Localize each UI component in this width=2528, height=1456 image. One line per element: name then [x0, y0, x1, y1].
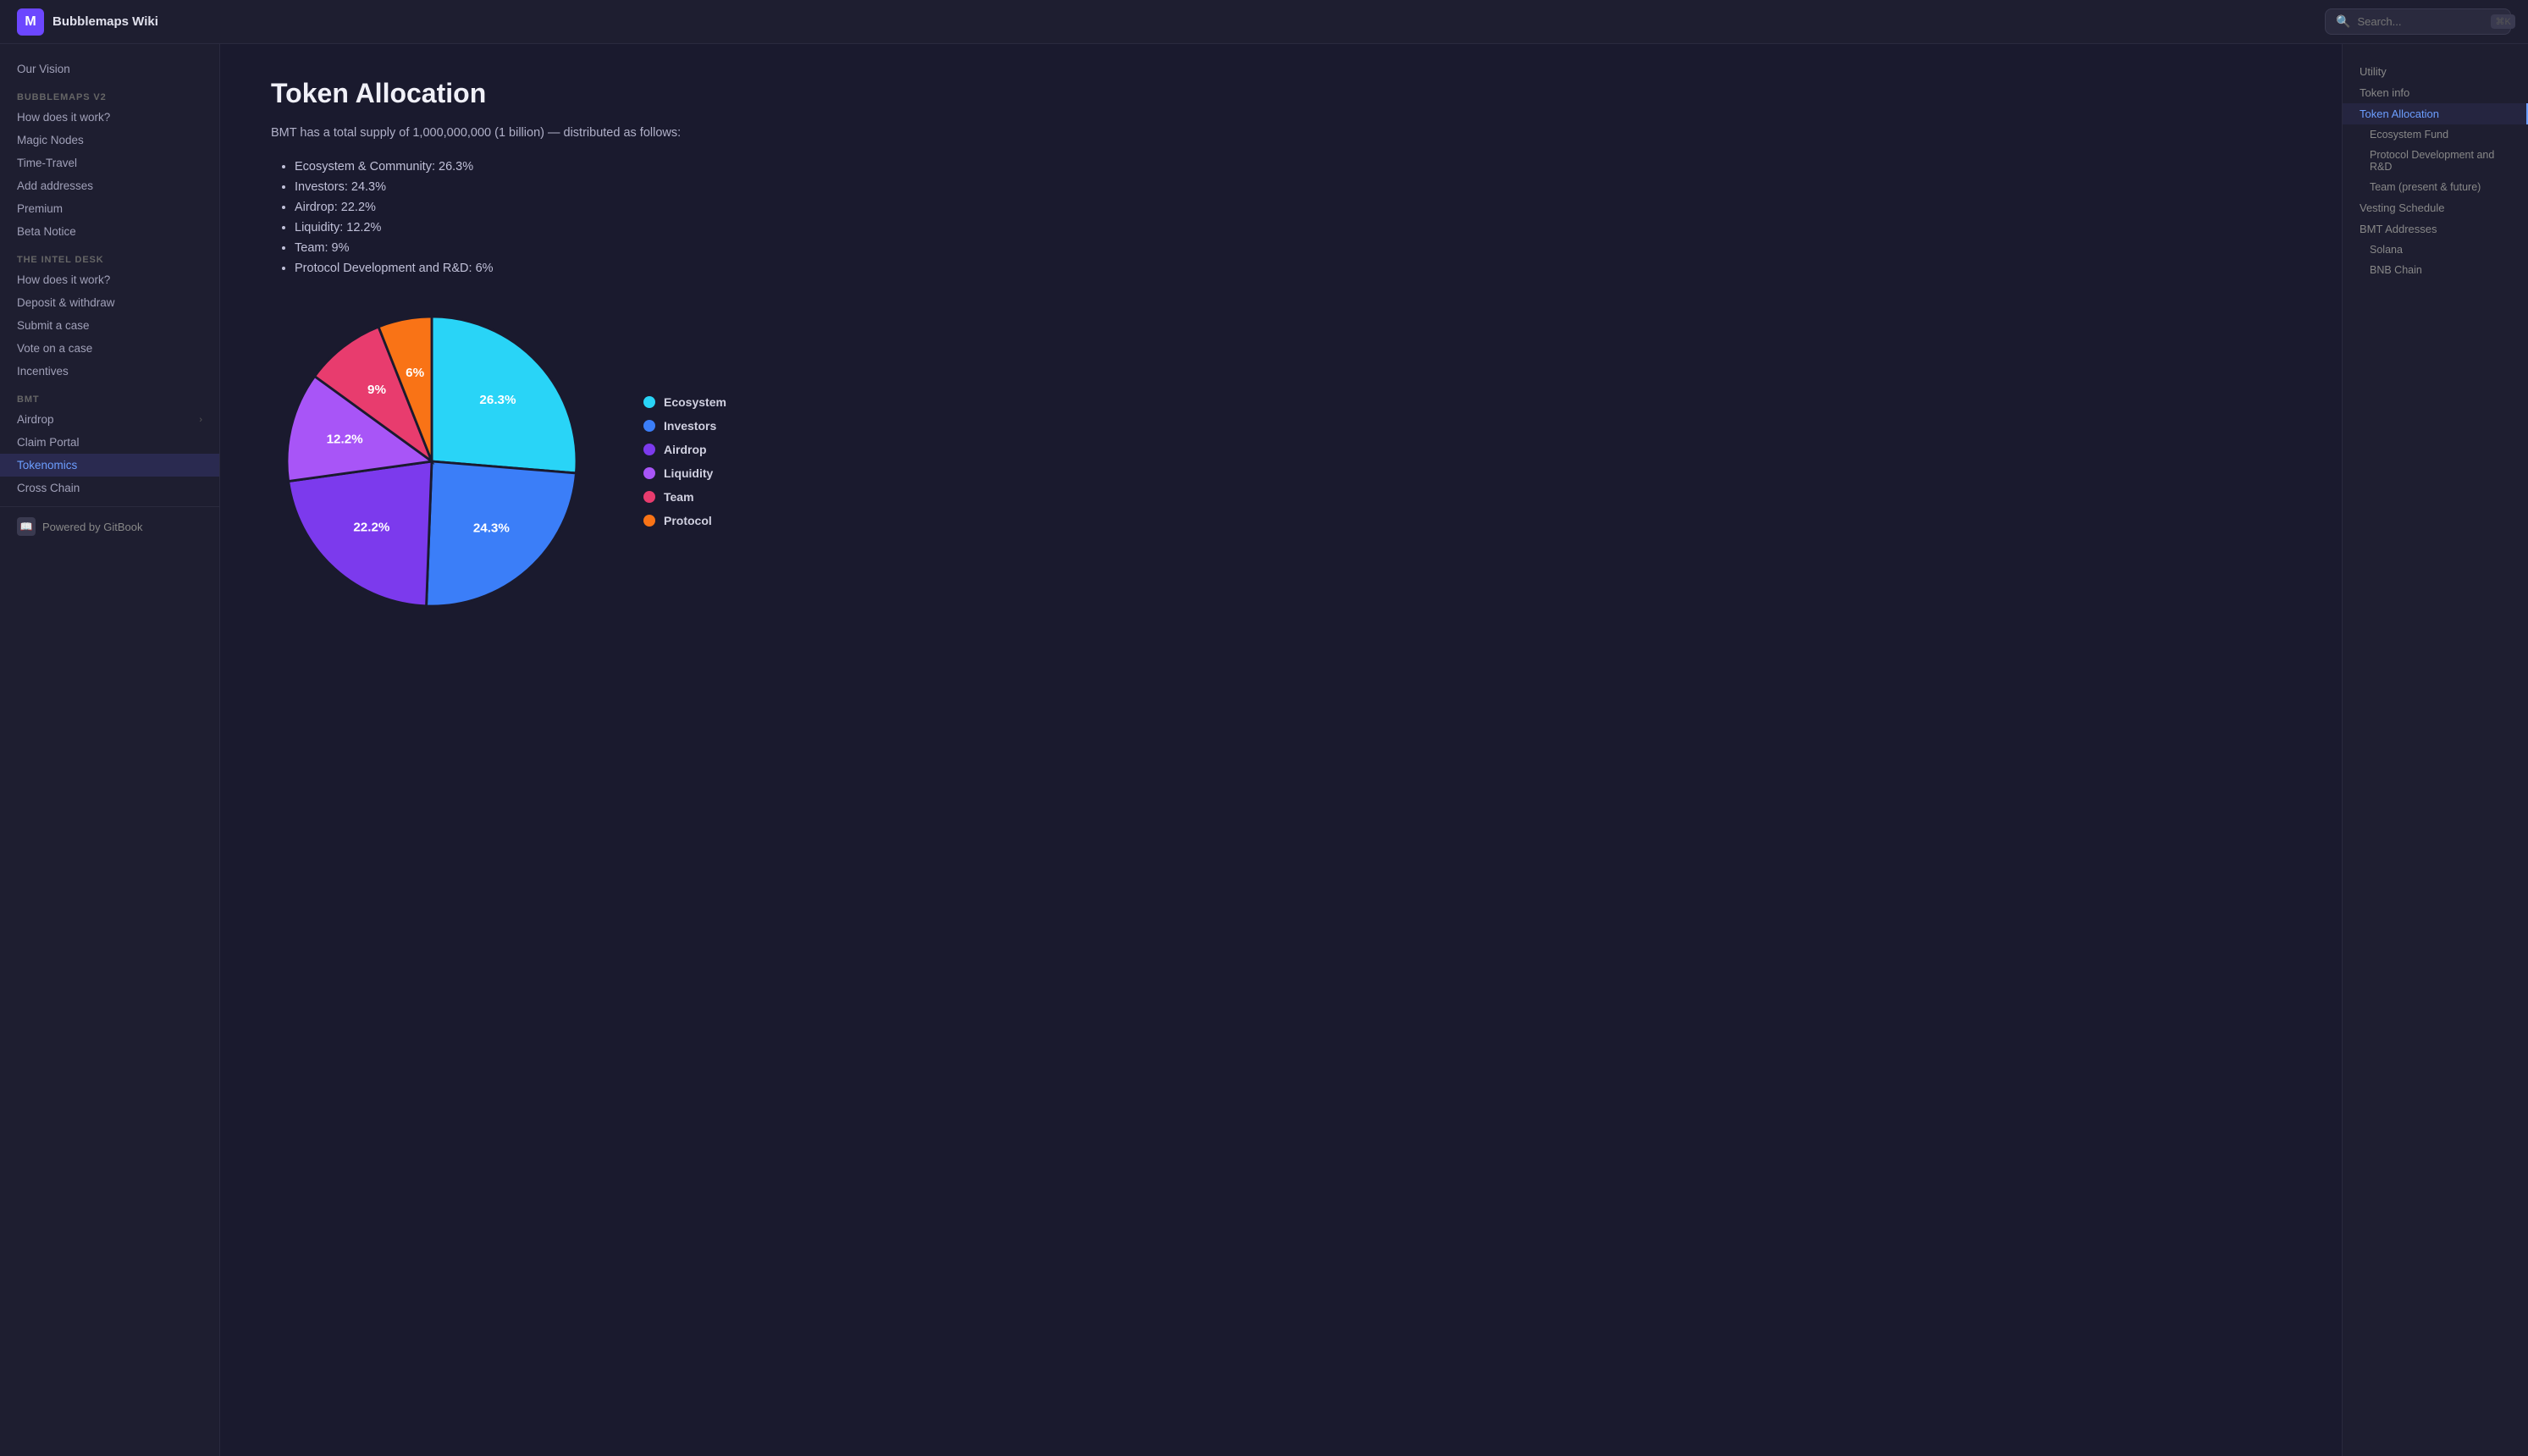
sidebar-section-intel-desk: THE INTEL DESK: [0, 243, 219, 268]
toc-team-future[interactable]: Team (present & future): [2343, 177, 2528, 197]
legend-dot-ecosystem: [643, 396, 655, 408]
sidebar-section-bmt: BMT: [0, 383, 219, 408]
search-input[interactable]: [2357, 15, 2484, 28]
sidebar-footer[interactable]: 📖 Powered by GitBook: [0, 506, 219, 546]
toc-bnb-chain[interactable]: BNB Chain: [2343, 260, 2528, 280]
chart-section: 26.3% 24.3% 22.2% 12.2% 9% 6% Ecosystem Inves…: [271, 301, 2291, 622]
pie-label-team: 9%: [367, 383, 386, 397]
legend-dot-airdrop: [643, 444, 655, 455]
sidebar-item-our-vision[interactable]: Our Vision: [0, 58, 219, 80]
pie-label-liquidity: 12.2%: [327, 432, 364, 446]
allocation-list: Ecosystem & Community: 26.3% Investors: …: [271, 160, 2291, 275]
left-sidebar: Our Vision BUBBLEMAPS V2 How does it wor…: [0, 44, 220, 1456]
legend-liquidity: Liquidity: [643, 466, 726, 480]
sidebar-item-how-it-works-v2[interactable]: How does it work?: [0, 106, 219, 129]
sidebar-item-add-addresses[interactable]: Add addresses: [0, 174, 219, 197]
chart-legend: Ecosystem Investors Airdrop Liquidity Te…: [643, 395, 726, 527]
sidebar-item-vote-case[interactable]: Vote on a case: [0, 337, 219, 360]
sidebar-item-time-travel[interactable]: Time-Travel: [0, 152, 219, 174]
pie-label-protocol: 6%: [406, 366, 424, 380]
list-item: Team: 9%: [295, 241, 2291, 255]
layout: Our Vision BUBBLEMAPS V2 How does it wor…: [0, 44, 2528, 1456]
legend-label-investors: Investors: [664, 419, 716, 433]
sidebar-item-incentives[interactable]: Incentives: [0, 360, 219, 383]
sidebar-item-cross-chain[interactable]: Cross Chain: [0, 477, 219, 499]
search-icon: 🔍: [2336, 14, 2350, 29]
pie-label-ecosystem: 26.3%: [479, 393, 516, 407]
page-description: BMT has a total supply of 1,000,000,000 …: [271, 126, 2291, 140]
toc-solana[interactable]: Solana: [2343, 240, 2528, 260]
list-item: Protocol Development and R&D: 6%: [295, 262, 2291, 275]
chevron-right-icon: ›: [199, 415, 202, 425]
legend-ecosystem: Ecosystem: [643, 395, 726, 409]
main-content: Token Allocation BMT has a total supply …: [220, 44, 2342, 1456]
legend-team: Team: [643, 490, 726, 504]
list-item: Airdrop: 22.2%: [295, 201, 2291, 214]
sidebar-item-magic-nodes[interactable]: Magic Nodes: [0, 129, 219, 152]
toc-token-allocation[interactable]: Token Allocation: [2343, 103, 2528, 124]
toc-token-info[interactable]: Token info: [2343, 82, 2528, 103]
right-sidebar-toc: Utility Token info Token Allocation Ecos…: [2342, 44, 2528, 1456]
search-box[interactable]: 🔍 ⌘K: [2325, 8, 2511, 35]
sidebar-label: Our Vision: [17, 63, 70, 75]
legend-dot-team: [643, 491, 655, 503]
pie-svg: 26.3% 24.3% 22.2% 12.2% 9% 6%: [271, 301, 593, 622]
sidebar-item-submit-case[interactable]: Submit a case: [0, 314, 219, 337]
sidebar-item-deposit-withdraw[interactable]: Deposit & withdraw: [0, 291, 219, 314]
legend-investors: Investors: [643, 419, 726, 433]
list-item: Ecosystem & Community: 26.3%: [295, 160, 2291, 174]
toc-bmt-addresses[interactable]: BMT Addresses: [2343, 218, 2528, 240]
list-item: Investors: 24.3%: [295, 180, 2291, 194]
legend-airdrop: Airdrop: [643, 443, 726, 456]
toc-protocol-dev[interactable]: Protocol Development and R&D: [2343, 145, 2528, 177]
sidebar-item-premium[interactable]: Premium: [0, 197, 219, 220]
pie-label-airdrop: 22.2%: [353, 521, 390, 535]
search-shortcut: ⌘K: [2491, 14, 2514, 29]
legend-label-team: Team: [664, 490, 694, 504]
legend-label-airdrop: Airdrop: [664, 443, 707, 456]
list-item: Liquidity: 12.2%: [295, 221, 2291, 234]
page-title: Token Allocation: [271, 78, 2291, 109]
gitbook-icon: 📖: [17, 517, 36, 536]
sidebar-item-claim-portal[interactable]: Claim Portal: [0, 431, 219, 454]
logo-icon: M: [17, 8, 44, 36]
sidebar-item-how-it-works-intel[interactable]: How does it work?: [0, 268, 219, 291]
toc-ecosystem-fund[interactable]: Ecosystem Fund: [2343, 124, 2528, 145]
topbar-left: M Bubblemaps Wiki: [17, 8, 158, 36]
pie-label-investors: 24.3%: [473, 521, 511, 535]
sidebar-section-bubblemaps-v2: BUBBLEMAPS V2: [0, 80, 219, 106]
sidebar-item-airdrop[interactable]: Airdrop ›: [0, 408, 219, 431]
sidebar-item-tokenomics[interactable]: Tokenomics: [0, 454, 219, 477]
app-title: Bubblemaps Wiki: [52, 14, 158, 29]
legend-label-ecosystem: Ecosystem: [664, 395, 726, 409]
legend-label-protocol: Protocol: [664, 514, 712, 527]
sidebar-item-beta-notice[interactable]: Beta Notice: [0, 220, 219, 243]
legend-dot-protocol: [643, 515, 655, 527]
pie-chart: 26.3% 24.3% 22.2% 12.2% 9% 6%: [271, 301, 593, 622]
toc-utility[interactable]: Utility: [2343, 61, 2528, 82]
toc-vesting[interactable]: Vesting Schedule: [2343, 197, 2528, 218]
legend-label-liquidity: Liquidity: [664, 466, 713, 480]
topbar: M Bubblemaps Wiki 🔍 ⌘K: [0, 0, 2528, 44]
legend-protocol: Protocol: [643, 514, 726, 527]
legend-dot-liquidity: [643, 467, 655, 479]
powered-by-label: Powered by GitBook: [42, 521, 143, 533]
legend-dot-investors: [643, 420, 655, 432]
